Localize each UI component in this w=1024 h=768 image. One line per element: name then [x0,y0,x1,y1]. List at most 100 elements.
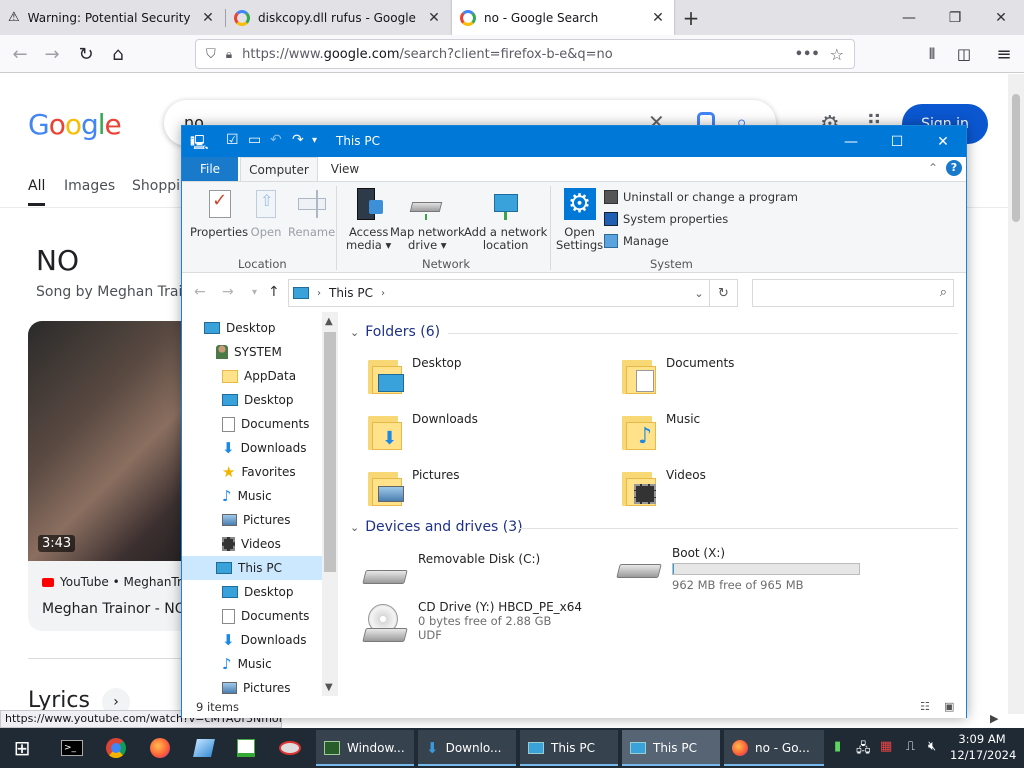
lock-icon[interactable]: 🔒︎ [226,47,232,62]
bookmark-star-icon[interactable]: ☆ [830,45,844,64]
nav-item-appdata[interactable]: AppData [182,364,322,388]
tab-view[interactable]: View [320,157,370,181]
drive-boot-x[interactable]: Boot (X:) 962 MB free of 965 MB [616,546,860,592]
network-icon[interactable]: 🖧︎ [856,739,871,761]
nav-item-desktop[interactable]: Desktop [182,580,322,604]
scroll-up-icon[interactable]: ▲ [325,316,333,327]
tab-security-warning[interactable]: ⚠ Warning: Potential Security Ri ✕ [0,0,224,35]
folder-desktop[interactable]: Desktop [366,356,462,396]
breadcrumb-separator-icon[interactable]: › [317,288,321,299]
explorer-close-icon[interactable]: ✕ [920,126,966,157]
home-icon[interactable]: ⌂ [104,40,132,68]
explorer-search-input[interactable]: ⌕ [752,279,954,307]
nav-item-pictures[interactable]: Pictures [182,676,322,696]
nav-item-desktop[interactable]: Desktop [182,316,322,340]
drives-group-header[interactable]: ⌄ Devices and drives (3) [350,519,523,535]
page-scrollbar[interactable] [1008,74,1024,714]
task-manager-icon[interactable] [226,732,266,764]
up-arrow-icon[interactable]: ↑ [268,284,280,300]
nav-item-videos[interactable]: Videos [182,532,322,556]
scrollbar-thumb[interactable] [324,332,336,572]
undo-icon[interactable]: ↶ [270,132,282,148]
nav-item-favorites[interactable]: ★ Favorites [182,460,322,484]
volume-muted-icon[interactable]: 🔇︎ [928,739,936,754]
nav-item-desktop[interactable]: Desktop [182,388,322,412]
tab-file[interactable]: File [182,157,238,181]
terminal-icon[interactable]: >_ [52,732,92,764]
breadcrumb-this-pc[interactable]: This PC [329,286,373,300]
forward-icon[interactable]: → [38,40,66,68]
scroll-down-icon[interactable]: ▼ [325,682,333,693]
taskbar-downloads-task[interactable]: ⬇ Downlo... [418,730,516,766]
chevron-down-icon[interactable]: ⌄ [350,326,359,339]
nav-item-music[interactable]: ♪ Music [182,484,322,508]
folder-videos[interactable]: Videos [620,468,706,508]
access-media-button[interactable]: Access media ▾ [346,188,391,252]
url-bar[interactable]: ⛉ 🔒︎ https://www.google.com/search?clien… [195,39,855,69]
tab-close-icon[interactable]: ✕ [426,10,442,26]
folder-downloads[interactable]: ⬇ Downloads [366,412,478,452]
system-clock[interactable]: 3:09 AM 12/17/2024 [950,731,1016,763]
refresh-icon[interactable]: ↻ [710,279,738,307]
minimize-icon[interactable]: — [886,0,932,35]
drive-cd-y[interactable]: CD Drive (Y:) HBCD_PE_x64 0 bytes free o… [362,600,582,644]
menu-icon[interactable]: ≡ [990,40,1018,68]
forward-arrow-icon[interactable]: → [222,284,234,300]
folders-group-header[interactable]: ⌄ Folders (6) [350,324,440,340]
rename-button[interactable]: Rename [288,188,335,239]
windows-start-icon[interactable]: ⊞ [2,732,42,764]
folder-documents[interactable]: Documents [620,356,734,396]
nav-item-downloads[interactable]: ⬇ Downloads [182,436,322,460]
tray-app-icon[interactable]: ▮ [834,739,841,754]
nav-item-documents[interactable]: Documents [182,604,322,628]
new-tab-icon[interactable]: + [676,0,706,35]
taskbar-window-task[interactable]: Window... [316,730,414,766]
tab-no-google-search[interactable]: no - Google Search ✕ [452,0,674,35]
properties-quick-icon[interactable]: ☑ [226,132,239,148]
recent-locations-icon[interactable]: ▾ [252,287,257,298]
redo-icon[interactable]: ↷ [292,132,304,148]
scrollbar-thumb[interactable] [1012,94,1020,222]
open-settings-button[interactable]: ⚙ Open Settings [556,188,603,252]
scroll-right-icon[interactable]: ▶ [990,712,998,725]
uninstall-program-button[interactable]: Uninstall or change a program [604,190,798,204]
url-text[interactable]: https://www.google.com/search?client=fir… [242,47,785,62]
system-properties-button[interactable]: System properties [604,212,728,226]
app-icon[interactable] [270,732,310,764]
taskbar-firefox-task[interactable]: no - Go... [724,730,824,766]
explorer-maximize-icon[interactable]: ☐ [874,126,920,157]
page-actions-icon[interactable]: ••• [795,47,820,62]
help-icon[interactable]: ? [946,160,962,176]
navigation-scrollbar[interactable]: ▲ ▼ [322,312,338,696]
google-logo[interactable]: Google [28,108,122,141]
shield-icon[interactable]: ⛉ [206,47,216,62]
tray-color-icon[interactable]: ▦ [880,739,892,754]
tab-close-icon[interactable]: ✕ [200,10,216,26]
app-icon[interactable] [184,732,224,764]
tab-all[interactable]: All [28,178,46,206]
folder-pictures[interactable]: Pictures [366,468,460,508]
properties-button[interactable]: ✓ Properties [190,188,248,239]
explorer-minimize-icon[interactable]: — [828,126,874,157]
taskbar-this-pc-task-active[interactable]: This PC [622,730,720,766]
nav-item-music[interactable]: ♪ Music [182,652,322,676]
usb-icon[interactable]: ⎍ [906,739,915,754]
chevron-down-icon[interactable]: ⌄ [350,521,359,534]
video-title[interactable]: Meghan Trainor - NO [42,601,186,617]
customize-toolbar-icon[interactable]: ▾ [312,135,317,146]
folder-music[interactable]: ♪ Music [620,412,700,452]
details-view-icon[interactable]: ☷ [920,700,930,713]
nav-item-pictures[interactable]: Pictures [182,508,322,532]
nav-item-downloads[interactable]: ⬇ Downloads [182,628,322,652]
large-icons-view-icon[interactable]: ▣ [944,700,954,713]
address-dropdown-icon[interactable]: ⌄ [688,279,710,307]
map-network-drive-button[interactable]: Map network drive ▾ [390,188,465,252]
restore-icon[interactable]: ❐ [932,0,978,35]
tab-diskcopy-search[interactable]: diskcopy.dll rufus - Google Sea ✕ [226,0,450,35]
drive-removable-c[interactable]: Removable Disk (C:) [362,552,540,590]
back-arrow-icon[interactable]: ← [194,284,206,300]
tab-images[interactable]: Images [64,178,115,194]
tab-close-icon[interactable]: ✕ [650,10,666,26]
nav-item-this-pc[interactable]: This PC [182,556,322,580]
firefox-icon[interactable] [140,732,180,764]
